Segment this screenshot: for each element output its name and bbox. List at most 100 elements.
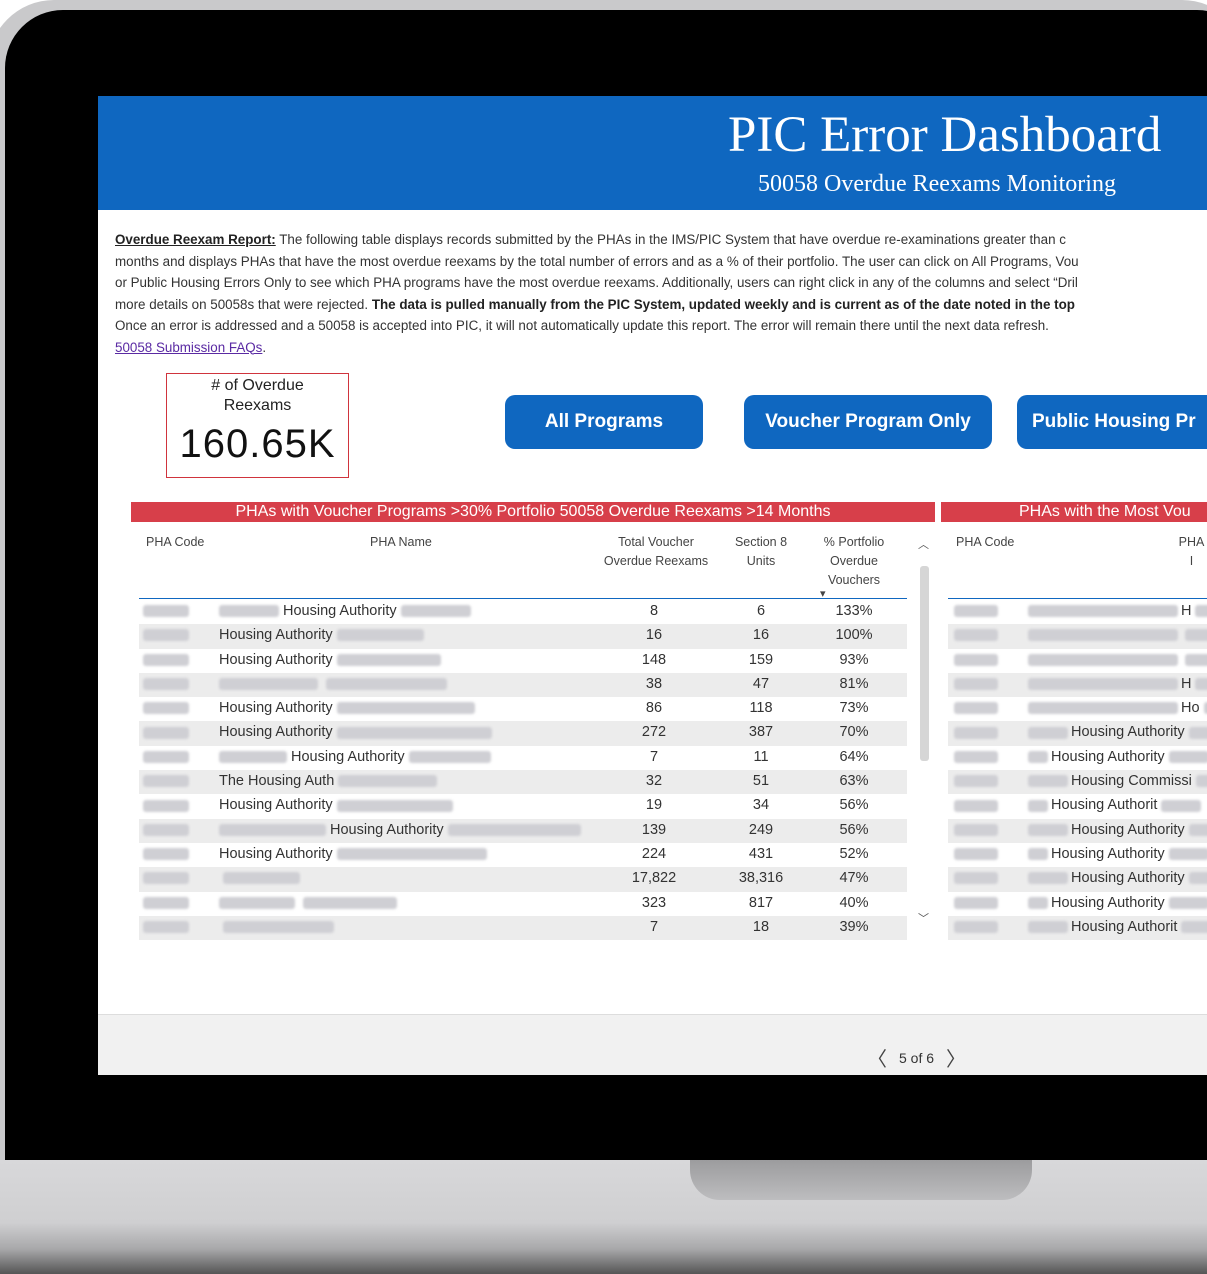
total-overdue-cell: 19 — [645, 797, 663, 814]
pha-code-redacted — [954, 676, 998, 692]
pha-name-cell: H — [1028, 603, 1207, 619]
faq-suffix: . — [262, 339, 267, 355]
pha-name-cell: Housing Authority — [219, 603, 471, 619]
intro-line: Once an error is addressed and a 50058 i… — [115, 318, 1049, 333]
col-header-line: Total Voucher — [618, 535, 694, 549]
table-row[interactable]: Housing Authority — [948, 818, 1207, 843]
table-row[interactable]: The Housing Auth 32 51 63% — [139, 770, 907, 795]
pha-name: H — [1181, 603, 1192, 619]
table-row[interactable] — [948, 649, 1207, 673]
table-row[interactable]: Housing Authority — [948, 867, 1207, 892]
total-overdue-cell: 7 — [649, 748, 659, 765]
table-row[interactable]: Housing Authority — [948, 721, 1207, 746]
total-overdue-cell: 38 — [645, 675, 663, 692]
table-row[interactable]: Housing Authority — [948, 843, 1207, 867]
table-row[interactable]: Housing Authorit — [948, 915, 1207, 940]
pha-code-redacted — [143, 822, 189, 838]
table-row[interactable]: 38 47 81% — [139, 672, 907, 698]
pha-code-redacted — [954, 870, 998, 886]
table-row[interactable]: 7 18 39% — [139, 915, 907, 940]
pha-code-redacted — [143, 627, 189, 643]
pha-name: Housing Authority — [1071, 724, 1185, 741]
intro-line: more details on 50058s that were rejecte… — [115, 296, 372, 312]
prev-page-icon[interactable]: 〈 — [867, 1043, 887, 1072]
page-navigator: 〈 5 of 6 〉 — [855, 1043, 978, 1072]
table-row[interactable] — [948, 624, 1207, 649]
col-header-pha-name[interactable]: PHA Name — [370, 533, 432, 552]
pha-name: Housing Authority — [283, 603, 397, 619]
table-row[interactable]: Housing Authority 8 6 133% — [139, 600, 907, 624]
kpi-label-line: Reexams — [223, 397, 292, 414]
table-row[interactable]: 17,822 38,316 47% — [139, 867, 907, 892]
header-banner: PIC Error Dashboard 50058 Overdue Reexam… — [98, 96, 1207, 210]
section8-units-cell: 6 — [756, 603, 766, 619]
pha-name: Housing Authority — [291, 748, 405, 765]
col-header-pha-code-right[interactable]: PHA Code — [956, 533, 1014, 552]
table-row[interactable]: Housing Authority 7 11 64% — [139, 746, 907, 770]
sort-desc-icon[interactable]: ▾ — [814, 589, 894, 600]
table-row[interactable]: Housing Authority 86 118 73% — [139, 697, 907, 721]
pct-portfolio-cell: 70% — [839, 724, 869, 741]
section8-units-cell: 47 — [752, 675, 770, 692]
pha-code-redacted — [143, 846, 189, 862]
col-header-pct-portfolio[interactable]: % Portfolio Overdue Vouchers ▾ — [814, 533, 894, 600]
table-row[interactable]: Housing Authority — [948, 892, 1207, 916]
col-header-line: Section 8 — [734, 535, 788, 549]
pha-name-cell: Housing Authority — [219, 822, 581, 838]
pct-portfolio-cell: 63% — [839, 773, 869, 790]
col-header-line: Units — [746, 554, 776, 568]
table-row[interactable]: Housing Authority 148 159 93% — [139, 649, 907, 673]
pct-portfolio-cell: 133% — [835, 603, 873, 619]
table-row[interactable]: H — [948, 600, 1207, 624]
faq-link[interactable]: 50058 Submission FAQs — [115, 340, 262, 355]
pha-name-cell: Housing Authority — [1028, 724, 1207, 740]
table-row[interactable]: 323 817 40% — [139, 892, 907, 916]
table-row[interactable]: Housing Authorit — [948, 794, 1207, 818]
pha-code-redacted — [954, 603, 998, 619]
col-header-pha-code[interactable]: PHA Code — [146, 533, 204, 552]
pha-name: Housing Commissi — [1071, 773, 1192, 790]
table-row[interactable]: Housing Authority 272 387 70% — [139, 721, 907, 746]
pha-code-redacted — [143, 652, 189, 668]
pha-name: Housing Authority — [1071, 821, 1185, 838]
left-table-scrollbar[interactable]: ︿ ﹀ — [918, 536, 930, 936]
section8-units-cell: 11 — [753, 748, 769, 765]
next-page-icon[interactable]: 〉 — [946, 1043, 966, 1072]
public-housing-button[interactable]: Public Housing Pr — [1017, 395, 1207, 449]
dashboard-screen: PIC Error Dashboard 50058 Overdue Reexam… — [98, 96, 1207, 1075]
scroll-down-icon[interactable]: ﹀ — [918, 910, 929, 926]
section8-units-cell: 16 — [752, 627, 770, 644]
table-row[interactable]: Housing Authority — [948, 746, 1207, 770]
right-table-body: H H Ho Housing Authority Housing Authority Ho… — [948, 600, 1207, 940]
pha-name: Housing Authorit — [1051, 797, 1158, 814]
kpi-value: 160.65K — [179, 422, 336, 466]
table-row[interactable]: Housing Authority 16 16 100% — [139, 624, 907, 649]
pha-name: The Housing Auth — [219, 773, 335, 790]
table-row[interactable]: Housing Authority 139 249 56% — [139, 818, 907, 843]
table-row[interactable]: Housing Authority 224 431 52% — [139, 843, 907, 867]
table-row[interactable]: Housing Authority 19 34 56% — [139, 794, 907, 818]
table-row[interactable]: Housing Commissi — [948, 770, 1207, 795]
col-header-section8-units[interactable]: Section 8 Units — [728, 533, 794, 571]
col-header-total-overdue[interactable]: Total Voucher Overdue Reexams — [596, 533, 716, 571]
pha-code-redacted — [954, 895, 998, 911]
pha-code-redacted — [954, 822, 998, 838]
col-header-line: Overdue Reexams — [603, 554, 709, 568]
pct-portfolio-cell: 64% — [839, 748, 869, 765]
pha-name: Housing Authority — [219, 724, 333, 741]
scroll-up-icon[interactable]: ︿ — [918, 536, 929, 552]
pha-code-redacted — [143, 724, 189, 740]
pha-code-redacted — [954, 797, 998, 813]
all-programs-button[interactable]: All Programs — [505, 395, 703, 449]
voucher-program-button[interactable]: Voucher Program Only — [744, 395, 992, 449]
col-header-pha-name-right[interactable]: PHA I — [1176, 533, 1207, 571]
total-overdue-cell: 272 — [641, 724, 667, 741]
page-title: PIC Error Dashboard — [728, 107, 1162, 163]
scroll-thumb[interactable] — [920, 566, 929, 761]
table-row[interactable]: H — [948, 672, 1207, 698]
total-overdue-cell: 148 — [641, 651, 667, 668]
pha-name-cell: Ho — [1028, 700, 1207, 716]
intro-bold-note: The data is pulled manually from the PIC… — [371, 296, 1075, 312]
pha-name: Housing Authority — [219, 845, 333, 862]
table-row[interactable]: Ho — [948, 697, 1207, 721]
